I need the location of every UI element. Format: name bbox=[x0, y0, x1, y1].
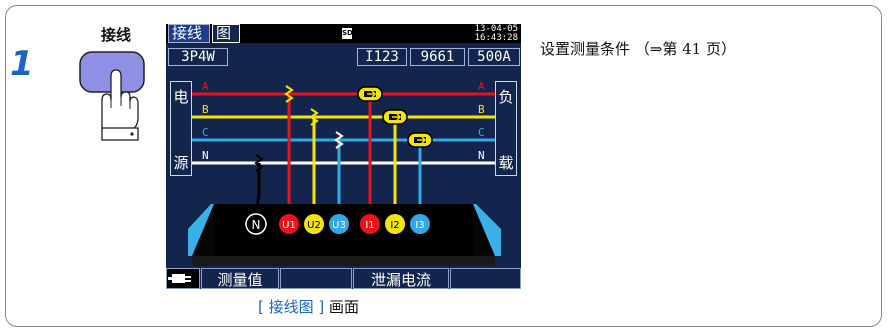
empty-function-key-4[interactable] bbox=[450, 268, 521, 289]
terminal-row: N U1 U2 U3 I1 I2 I3 bbox=[245, 213, 430, 235]
measured-value-button[interactable]: 测量值 bbox=[201, 268, 279, 289]
plug-key[interactable] bbox=[166, 268, 200, 289]
terminal-u1-label: U1 bbox=[282, 220, 296, 231]
wiring-key-press-icon[interactable] bbox=[72, 42, 152, 142]
terminal-n-label: N bbox=[252, 218, 261, 232]
caption-bracket-open: [ bbox=[258, 298, 269, 316]
caption-suffix: 画面 bbox=[324, 298, 360, 316]
instrument-screen: 接线 图 SD 13-04-05 16:43:28 3P4W I123 9661 … bbox=[166, 24, 521, 289]
terminal-i3-label: I3 bbox=[415, 220, 424, 231]
terminal-i2-label: I2 bbox=[390, 220, 399, 231]
step-description: 设置测量条件 （⇒第 41 页） bbox=[540, 40, 736, 58]
terminal-u3-label: U3 bbox=[332, 220, 346, 231]
step-number: 1 bbox=[10, 44, 34, 84]
leakage-current-button[interactable]: 泄漏电流 bbox=[353, 268, 449, 289]
empty-function-key-2[interactable] bbox=[280, 268, 352, 289]
terminal-i1-label: I1 bbox=[365, 220, 374, 231]
caption-bracket-close: ] bbox=[313, 298, 325, 316]
terminal-u2-label: U2 bbox=[307, 220, 321, 231]
caption-screen-name: 接线图 bbox=[268, 298, 314, 316]
plug-icon bbox=[168, 274, 191, 283]
screen-caption: [ 接线图 ] 画面 bbox=[258, 296, 359, 317]
